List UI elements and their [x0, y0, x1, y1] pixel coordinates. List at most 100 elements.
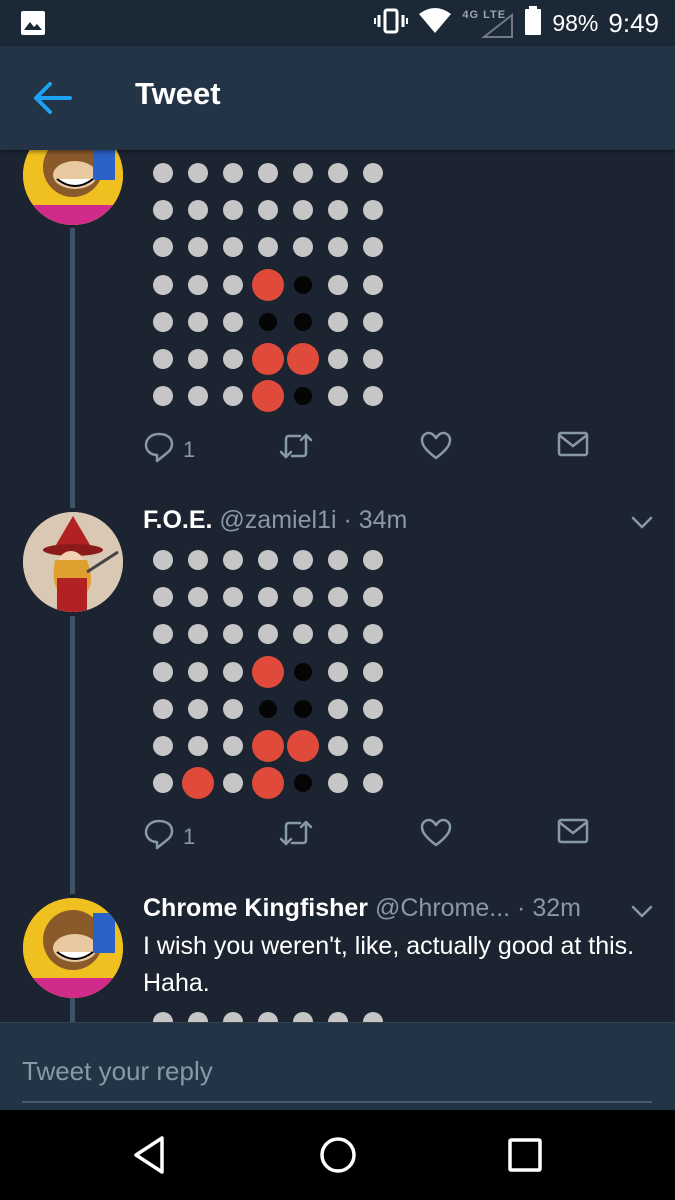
grid-dot-gray	[362, 162, 383, 183]
grid-cell	[215, 541, 250, 578]
reply-button[interactable]: 1	[143, 431, 195, 468]
retweet-button[interactable]	[278, 818, 314, 853]
grid-cell	[145, 266, 180, 303]
back-arrow-icon[interactable]	[30, 78, 76, 118]
grid-dot-red	[251, 655, 284, 688]
grid-dot-gray	[152, 199, 173, 220]
grid-cell	[215, 378, 250, 415]
grid-cell	[145, 191, 180, 228]
grid-dot-gray	[292, 162, 313, 183]
home-nav-icon[interactable]	[315, 1132, 361, 1178]
thread-line	[70, 998, 75, 1022]
retweet-button[interactable]	[278, 431, 314, 466]
avatar[interactable]	[23, 898, 123, 998]
avatar[interactable]	[23, 150, 123, 225]
dm-button[interactable]	[557, 431, 589, 462]
like-button[interactable]	[420, 431, 452, 466]
grid-cell	[285, 266, 320, 303]
grid-cell	[180, 765, 215, 802]
grid-cell	[355, 653, 390, 690]
grid-cell	[285, 616, 320, 653]
grid-cell	[285, 303, 320, 340]
grid-cell	[285, 378, 320, 415]
grid-cell	[355, 378, 390, 415]
grid-dot-gray	[187, 586, 208, 607]
avatar[interactable]	[23, 512, 123, 612]
grid-cell	[145, 653, 180, 690]
reply-input[interactable]: Tweet your reply	[22, 1041, 652, 1103]
grid-dot-gray	[362, 736, 383, 757]
heart-icon	[420, 431, 452, 466]
grid-cell	[285, 541, 320, 578]
grid-dot-gray	[362, 274, 383, 295]
tweet-header: F.O.E. @zamiel1i · 34m	[143, 506, 407, 535]
grid-dot-red	[251, 343, 284, 376]
grid-dot-gray	[362, 386, 383, 407]
grid-dot	[152, 1012, 173, 1022]
author-name[interactable]: Chrome Kingfisher	[143, 894, 368, 922]
app-bar: Tweet	[0, 46, 675, 150]
conversation-thread[interactable]: 1 F.O.E. @zamiel1i · 34m 1 Chrome Kingfi…	[0, 150, 675, 1022]
reply-button[interactable]: 1	[143, 818, 195, 855]
grid-dot-red	[286, 343, 319, 376]
grid-dot-gray	[222, 773, 243, 794]
grid-cell	[285, 653, 320, 690]
grid-dot-gray	[362, 311, 383, 332]
grid-cell	[355, 690, 390, 727]
grid-cell	[250, 303, 285, 340]
grid-cell	[145, 578, 180, 615]
grid-dot-gray	[222, 586, 243, 607]
grid-cell	[145, 541, 180, 578]
recents-nav-icon[interactable]	[502, 1132, 548, 1178]
grid-dot-gray	[327, 237, 348, 258]
grid-cell	[320, 578, 355, 615]
grid-dot-black	[293, 387, 312, 406]
dm-button[interactable]	[557, 818, 589, 849]
reply-bar: Tweet your reply	[0, 1022, 675, 1111]
grid-cell	[320, 541, 355, 578]
grid-dot-gray	[187, 698, 208, 719]
grid-dot-red	[251, 767, 284, 800]
author-handle-time[interactable]: @Chrome... · 32m	[375, 894, 581, 922]
grid-cell	[355, 303, 390, 340]
grid-cell	[355, 191, 390, 228]
like-button[interactable]	[420, 818, 452, 853]
grid-dot-gray	[292, 199, 313, 220]
grid-dot-gray	[292, 237, 313, 258]
grid-cell	[215, 727, 250, 764]
grid-cell	[285, 229, 320, 266]
grid-dot-gray	[257, 586, 278, 607]
grid-cell	[320, 266, 355, 303]
reply-icon	[143, 431, 175, 468]
grid-cell	[355, 616, 390, 653]
reply-count: 1	[183, 436, 196, 462]
tweet-text: I wish you weren't, like, actually good …	[143, 932, 635, 997]
chevron-down-icon[interactable]	[631, 516, 653, 535]
grid-dot-gray	[187, 549, 208, 570]
grid-dot-gray	[152, 386, 173, 407]
grid-cell	[250, 191, 285, 228]
grid-cell	[285, 154, 320, 191]
grid-dot-red	[286, 730, 319, 763]
grid-dot-gray	[187, 162, 208, 183]
wifi-icon	[418, 7, 452, 39]
grid-cell	[180, 616, 215, 653]
grid-dot-gray	[152, 349, 173, 370]
grid-dot-gray	[187, 199, 208, 220]
grid-dot-gray	[257, 162, 278, 183]
tweet-actions: 1	[143, 818, 593, 854]
chevron-down-icon[interactable]	[631, 905, 653, 924]
back-nav-icon[interactable]	[128, 1132, 174, 1178]
grid-dot-gray	[362, 698, 383, 719]
gallery-notification-icon	[20, 10, 46, 41]
grid-cell	[355, 727, 390, 764]
author-name[interactable]: F.O.E.	[143, 506, 212, 534]
grid-cell	[320, 765, 355, 802]
grid-cell	[250, 616, 285, 653]
grid-dot	[187, 1012, 208, 1022]
author-handle-time[interactable]: @zamiel1i · 34m	[219, 506, 407, 534]
clock: 9:49	[608, 7, 659, 38]
grid-cell	[180, 653, 215, 690]
grid-cell	[180, 229, 215, 266]
grid-cell	[180, 378, 215, 415]
